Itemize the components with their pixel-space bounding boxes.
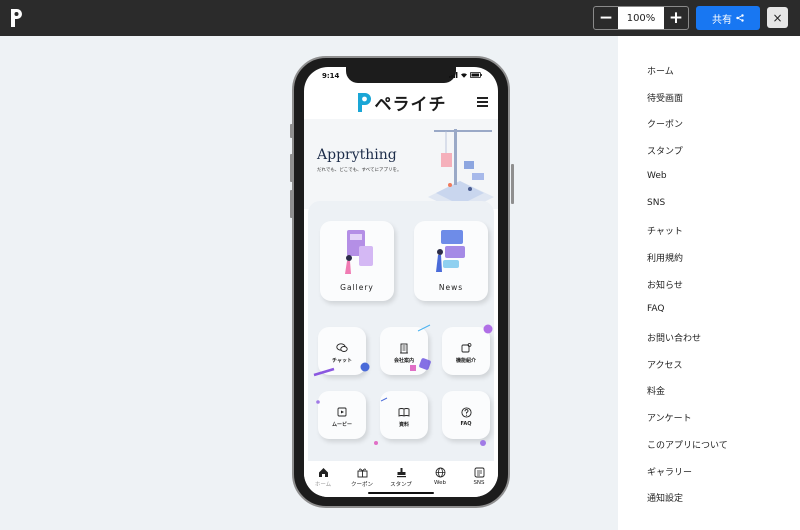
side-menu-item[interactable]: ギャラリー — [647, 465, 692, 478]
side-menu-item[interactable]: 料金 — [647, 384, 665, 397]
nav-sns[interactable]: SNS — [461, 467, 497, 486]
nav-stamp-label: スタンプ — [390, 482, 412, 488]
side-menu-item[interactable]: クーポン — [647, 117, 683, 130]
status-time: 9:14 — [322, 72, 340, 80]
volume-down-button — [290, 190, 293, 218]
side-menu-item[interactable]: アンケート — [647, 411, 692, 424]
gallery-tile[interactable]: Gallery — [320, 221, 394, 301]
stamp-icon — [396, 468, 406, 478]
nav-web-label: Web — [434, 480, 446, 486]
side-menu-item[interactable]: FAQ — [647, 304, 664, 314]
hero-subtitle: だれでも、どこでも、すべてにアプリを。 — [317, 168, 402, 173]
side-menu-item[interactable]: 待受画面 — [647, 91, 683, 104]
mute-switch — [290, 124, 293, 138]
nav-home-label: ホーム — [314, 482, 332, 488]
side-menu-item[interactable]: チャット — [647, 224, 683, 237]
globe-icon — [435, 467, 445, 478]
nav-sns-label: SNS — [473, 480, 485, 486]
gallery-label: Gallery — [340, 283, 374, 292]
nav-coupon-label: クーポン — [350, 482, 373, 488]
close-button[interactable]: × — [767, 7, 788, 28]
home-indicator — [368, 492, 434, 494]
app-header: ペライチ — [304, 85, 498, 119]
power-button — [511, 164, 514, 204]
gallery-illustration-icon — [345, 230, 373, 274]
side-menu-item[interactable]: アクセス — [647, 358, 683, 371]
side-menu-item[interactable]: 利用規約 — [647, 251, 683, 264]
zoom-level: 100% — [618, 7, 664, 29]
news-label: News — [438, 283, 464, 292]
zoom-in-button[interactable]: + — [664, 7, 688, 29]
share-button[interactable]: 共有 — [696, 6, 760, 30]
top-bar: − 100% + 共有 × — [0, 0, 800, 36]
wifi-icon — [461, 73, 467, 78]
phone-frame: 9:14 ペライチ Apprything だれでも、どこでも、すべてにアプリを。… — [290, 56, 514, 508]
notch — [346, 67, 456, 83]
nav-web[interactable]: Web — [422, 467, 458, 486]
home-icon — [318, 468, 328, 477]
decorative-shapes — [313, 324, 493, 446]
hamburger-menu-icon[interactable] — [477, 97, 488, 109]
sns-icon — [474, 467, 484, 478]
hero-title: Apprything — [317, 147, 397, 163]
side-menu: ホーム待受画面クーポンスタンプ Web SNS チャット利用規約お知らせ FAQ お問い合… — [618, 36, 800, 530]
side-menu-item[interactable]: 通知設定 — [647, 491, 683, 504]
phone-screen: 9:14 ペライチ Apprything だれでも、どこでも、すべてにアプリを。… — [304, 67, 498, 497]
status-icons — [449, 72, 482, 78]
share-icon — [736, 14, 744, 22]
zoom-control: − 100% + — [593, 6, 689, 30]
signal-icon — [449, 72, 458, 78]
nav-home[interactable]: ホーム — [305, 467, 341, 488]
side-menu-item[interactable]: お問い合わせ — [647, 331, 701, 344]
menu-grid: Gallery News チャット 会社案内 機能紹介 ムービー 資料 FAQ — [308, 201, 494, 461]
nav-coupon[interactable]: クーポン — [344, 467, 380, 488]
side-menu-item[interactable]: SNS — [647, 198, 665, 208]
news-illustration-icon — [436, 230, 465, 272]
brand-logo-icon — [357, 93, 371, 112]
side-menu-item[interactable]: ホーム — [647, 64, 674, 77]
zoom-out-button[interactable]: − — [594, 7, 618, 29]
news-tile[interactable]: News — [414, 221, 488, 301]
app-logo-icon — [11, 9, 22, 27]
crane-illustration — [428, 129, 494, 207]
share-label: 共有 — [712, 14, 732, 26]
side-menu-item[interactable]: お知らせ — [647, 278, 683, 291]
side-menu-item[interactable]: スタンプ — [647, 144, 683, 157]
volume-up-button — [290, 154, 293, 182]
side-menu-item[interactable]: Web — [647, 171, 667, 181]
hero-banner: Apprything だれでも、どこでも、すべてにアプリを。 — [304, 119, 498, 209]
battery-icon — [470, 72, 482, 78]
nav-stamp[interactable]: スタンプ — [383, 467, 419, 488]
gift-icon — [357, 468, 367, 478]
side-menu-item[interactable]: このアプリについて — [647, 438, 728, 451]
brand-name: ペライチ — [374, 94, 447, 115]
